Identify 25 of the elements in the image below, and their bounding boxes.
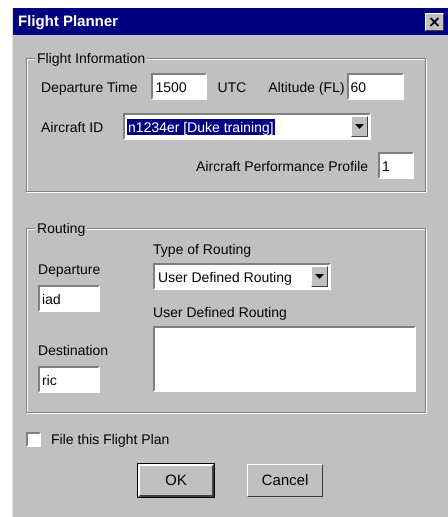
field-label: User Defined Routing: [153, 304, 287, 320]
field-label: Destination: [38, 342, 108, 358]
field-label: Type of Routing: [153, 241, 252, 257]
dropdown[interactable]: User Defined Routing: [153, 263, 331, 290]
group-legend: Routing: [35, 220, 88, 236]
checkbox-label[interactable]: File this Flight Plan: [51, 431, 170, 447]
text-area[interactable]: [153, 326, 416, 392]
dropdown[interactable]: n1234er [Duke training]: [123, 113, 371, 140]
dialog-button[interactable]: OK: [138, 464, 214, 497]
close-button[interactable]: ×: [425, 12, 444, 30]
checkbox[interactable]: [26, 432, 41, 446]
input-field[interactable]: ric: [38, 366, 100, 393]
group-legend: Flight Information: [35, 50, 148, 66]
window-title: Flight Planner: [18, 13, 118, 30]
field-label: Departure Time: [41, 78, 138, 94]
input-field[interactable]: 1500: [151, 73, 208, 100]
field-label: Aircraft ID: [41, 118, 104, 134]
field-label: Aircraft Performance Profile: [196, 158, 368, 174]
dialog-button[interactable]: Cancel: [247, 464, 323, 497]
input-field[interactable]: 1: [378, 152, 414, 179]
field-label: Altitude (FL): [268, 78, 345, 94]
input-field[interactable]: iad: [38, 285, 100, 312]
unit-label: UTC: [217, 78, 246, 94]
input-field[interactable]: 60: [346, 73, 404, 100]
field-label: Departure: [38, 261, 100, 277]
